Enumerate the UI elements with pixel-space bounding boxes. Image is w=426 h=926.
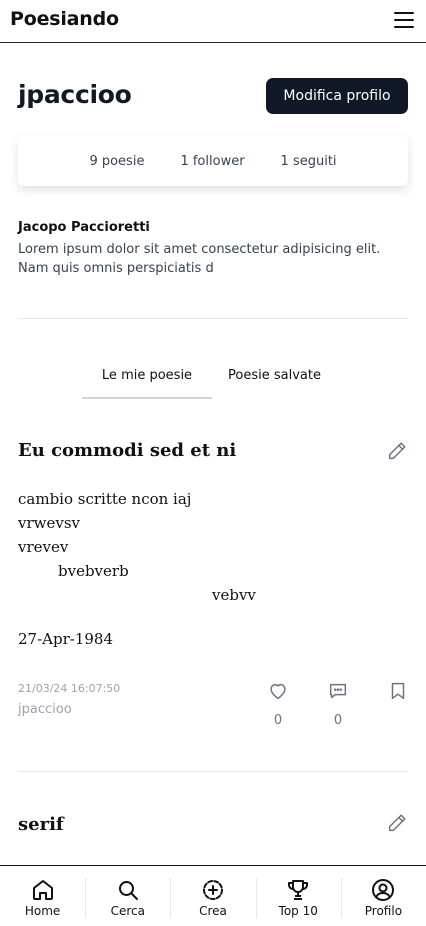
- poem-timestamp: 21/03/24 16:07:50: [18, 682, 121, 695]
- nav-profile[interactable]: Profilo: [340, 866, 426, 926]
- trophy-icon: [288, 880, 309, 900]
- pencil-edit-icon[interactable]: [386, 812, 408, 834]
- create-plus-icon: [203, 880, 223, 900]
- poem-line: bvebverb: [58, 562, 129, 580]
- profile-bio: Lorem ipsum dolor sit amet consectetur a…: [18, 242, 381, 276]
- nav-label: Profilo: [364, 904, 403, 918]
- following-count[interactable]: 1 seguiti: [281, 154, 337, 169]
- nav-label: Home: [24, 904, 61, 918]
- home-icon: [32, 880, 53, 900]
- poem-title[interactable]: Eu commodi sed et ni: [18, 440, 236, 461]
- poem-title[interactable]: serif: [18, 814, 64, 835]
- profile-username: jpaccioo: [18, 80, 132, 109]
- nav-search[interactable]: Cerca: [85, 866, 170, 926]
- followers-count[interactable]: 1 follower: [180, 154, 244, 169]
- search-icon: [118, 881, 138, 900]
- poem-line: vebvv: [212, 586, 256, 604]
- app-header: Poesiando: [0, 0, 426, 43]
- nav-label: Cerca: [110, 904, 145, 918]
- profile-stats-card: 9 poesie 1 follower 1 seguiti: [18, 136, 408, 186]
- nav-top10[interactable]: Top 10: [255, 866, 341, 926]
- profile-full-name: Jacopo Paccioretti: [18, 220, 150, 235]
- bookmark-icon[interactable]: [387, 680, 409, 702]
- pencil-edit-icon[interactable]: [386, 440, 408, 462]
- poems-count[interactable]: 9 poesie: [89, 154, 144, 169]
- profile-icon: [372, 879, 395, 901]
- divider: [18, 771, 408, 772]
- bottom-nav: Home Cerca Crea Top 10 Profilo: [0, 865, 426, 926]
- edit-profile-button[interactable]: Modifica profilo: [266, 78, 408, 114]
- profile-tabs: Le mie poesie Poesie salvate: [0, 360, 426, 400]
- nav-create[interactable]: Crea: [170, 866, 255, 926]
- heart-like-icon[interactable]: [267, 680, 289, 702]
- tab-saved-poems[interactable]: Poesie salvate: [228, 368, 321, 383]
- nav-home[interactable]: Home: [0, 866, 85, 926]
- likes-count: 0: [273, 713, 283, 728]
- divider: [18, 318, 408, 319]
- comments-count: 0: [333, 713, 343, 728]
- poem-line: cambio scritte ncon iaj: [18, 490, 192, 508]
- tab-my-poems[interactable]: Le mie poesie: [82, 368, 212, 399]
- nav-label: Top 10: [278, 904, 318, 918]
- nav-label: Crea: [199, 904, 227, 918]
- hamburger-menu-icon[interactable]: [394, 12, 414, 28]
- poem-date: 27-Apr-1984: [18, 630, 114, 648]
- comment-icon[interactable]: [327, 680, 349, 702]
- app-title[interactable]: Poesiando: [10, 8, 119, 30]
- poem-author[interactable]: jpaccioo: [18, 702, 72, 717]
- poem-line: vrevev: [18, 538, 69, 556]
- poem-line: vrwevsv: [18, 514, 81, 532]
